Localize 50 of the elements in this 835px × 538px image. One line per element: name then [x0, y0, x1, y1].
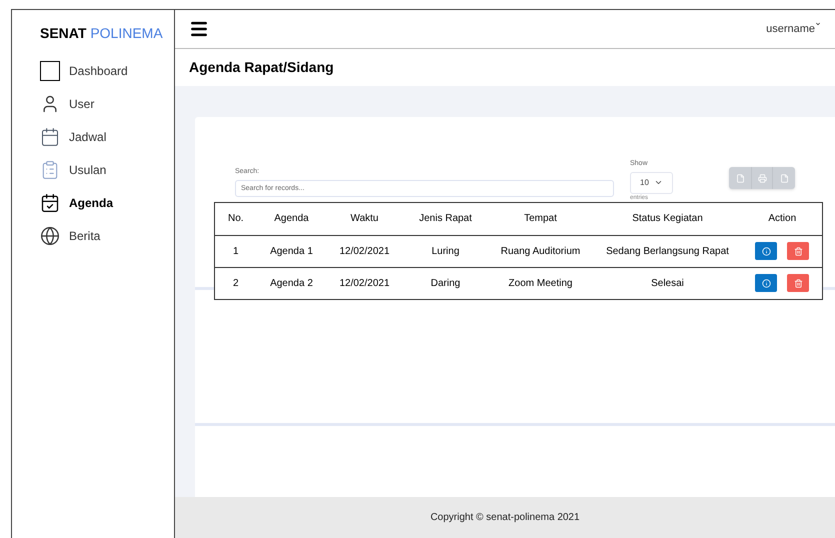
copyright-text: Copyright © senat-polinema 2021 [430, 511, 580, 525]
sidebar-item[interactable]: User [40, 87, 174, 120]
globe-icon [40, 226, 60, 246]
calendar-icon [40, 126, 60, 146]
user-menu[interactable]: username [766, 20, 821, 38]
table-cell: Luring [402, 235, 488, 267]
info-button[interactable] [755, 242, 778, 260]
delete-button[interactable] [787, 242, 810, 260]
table-cell: Zoom Meeting [488, 267, 592, 299]
column-header: Action [742, 202, 822, 235]
column-header: Agenda [256, 202, 326, 235]
caret-icon [815, 20, 821, 27]
table-cell: Selesai [592, 267, 742, 299]
info-icon [762, 278, 771, 288]
table-cell: 12/02/2021 [326, 235, 402, 267]
table-cell: 2 [214, 267, 256, 299]
trash-icon [794, 246, 803, 256]
page-title: Agenda Rapat/Sidang [189, 58, 334, 77]
printer-icon [758, 174, 766, 182]
menu-icon[interactable] [189, 19, 209, 39]
sidebar-item[interactable]: Dashboard [40, 54, 174, 87]
trash-icon [794, 278, 803, 288]
sidebar-item[interactable]: Agenda [40, 186, 174, 219]
table-cell: Ruang Auditorium [488, 235, 592, 267]
column-header: Status Kegiatan [592, 202, 742, 235]
chevron-down-icon [654, 178, 663, 187]
info-button[interactable] [755, 274, 778, 292]
entries-select[interactable]: 10 [630, 172, 673, 194]
delete-button[interactable] [787, 274, 810, 292]
brand-title: SENAT POLINEMA [40, 24, 164, 43]
table-cell: Daring [402, 267, 488, 299]
calendar-check-icon [40, 192, 60, 212]
table-cell: 12/02/2021 [326, 267, 402, 299]
column-header: Tempat [488, 202, 592, 235]
info-icon [762, 246, 771, 256]
table-cell: Agenda 1 [256, 235, 326, 267]
column-header: No. [214, 202, 256, 235]
sidebar-item[interactable]: Jadwal [40, 120, 174, 153]
sidebar-item[interactable]: Berita [40, 219, 174, 252]
table-cell: 1 [214, 235, 256, 267]
table-cell: Agenda 2 [256, 267, 326, 299]
print-button[interactable] [751, 167, 773, 189]
column-header: Waktu [326, 202, 402, 235]
file-icon [780, 174, 788, 182]
clipboard-icon [40, 160, 60, 180]
sidebar-item[interactable]: Usulan [40, 153, 174, 186]
table-cell: Sedang Berlangsung Rapat [592, 235, 742, 267]
column-header: Jenis Rapat [402, 202, 488, 235]
file-icon [736, 174, 744, 182]
square-icon [40, 60, 60, 80]
